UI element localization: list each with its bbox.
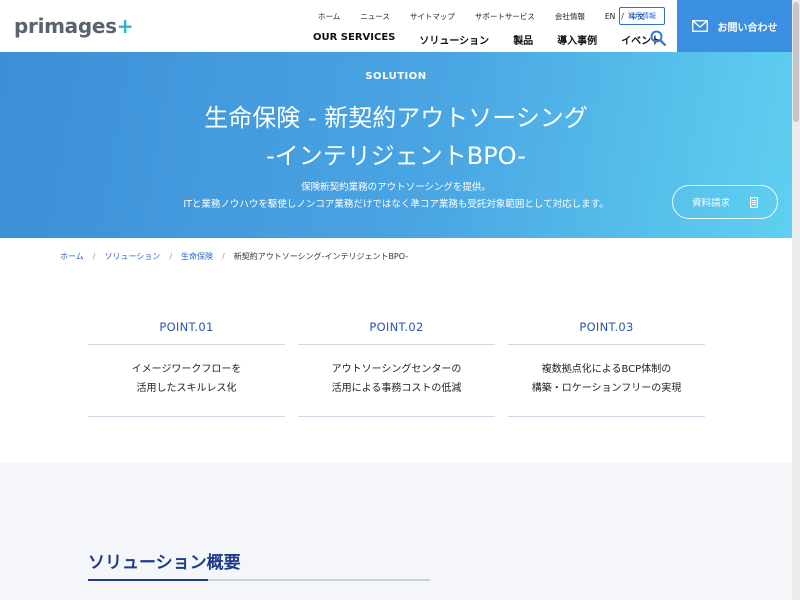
heading-underline [88, 579, 430, 581]
search-icon[interactable] [650, 30, 666, 46]
point-card: POINT.02 アウトソーシングセンターの 活用による事務コストの低減 [298, 320, 495, 417]
nav-case-studies[interactable]: 導入事例 [557, 32, 597, 47]
util-link-support[interactable]: サポートサービス [475, 11, 535, 22]
document-icon [750, 196, 758, 208]
recruit-button[interactable]: 採用情報 [619, 7, 665, 25]
point-text-line: 活用による事務コストの低減 [331, 383, 462, 394]
nav-our-services[interactable]: OUR SERVICES [313, 32, 395, 47]
mail-icon [691, 20, 708, 32]
contact-label: お問い合わせ [717, 22, 778, 34]
hero-banner: SOLUTION 生命保険 - 新契約アウトソーシング -インテリジェントBPO… [0, 52, 792, 238]
nav-solutions[interactable]: ソリューション [419, 32, 489, 47]
point-text-line: 活用したスキルレス化 [136, 383, 237, 394]
breadcrumb-separator: / [92, 252, 96, 261]
point-text-line: イメージワークフローを [131, 364, 242, 375]
overview-section: ソリューション概要 [0, 463, 792, 600]
point-title: POINT.03 [508, 320, 705, 345]
page-subtitle: -インテリジェントBPO- [266, 142, 526, 170]
breadcrumb-solutions[interactable]: ソリューション [104, 251, 160, 262]
breadcrumb-separator: / [222, 252, 225, 261]
page-title: 生命保険 - 新契約アウトソーシング [204, 104, 588, 132]
logo[interactable]: primages+ [14, 14, 134, 38]
util-link-company[interactable]: 会社情報 [555, 11, 585, 22]
page-scrollbar[interactable] [792, 0, 800, 600]
point-body: イメージワークフローを 活用したスキルレス化 [88, 345, 285, 417]
document-request-label: 資料請求 [691, 198, 730, 209]
point-text-line: 構築・ロケーションフリーの実現 [531, 383, 682, 394]
nav-products[interactable]: 製品 [513, 32, 533, 47]
section-heading: ソリューション概要 [88, 553, 241, 573]
point-body: アウトソーシングセンターの 活用による事務コストの低減 [298, 345, 495, 417]
util-link-news[interactable]: ニュース [360, 11, 390, 22]
hero-description-line1: 保険新契約業務のアウトソーシングを提供。 [301, 182, 491, 193]
heading-underline-accent [88, 579, 208, 581]
breadcrumb-current: 新契約アウトソーシング-インテリジェントBPO- [233, 252, 409, 261]
lang-en-link[interactable]: EN [605, 12, 615, 21]
point-card: POINT.03 複数拠点化によるBCP体制の 構築・ロケーションフリーの実現 [508, 320, 705, 417]
util-link-sitemap[interactable]: サイトマップ [410, 11, 455, 22]
point-text-line: アウトソーシングセンターの [331, 364, 462, 375]
contact-button[interactable]: お問い合わせ [677, 0, 792, 52]
document-request-button[interactable]: 資料請求 [672, 185, 778, 219]
point-body: 複数拠点化によるBCP体制の 構築・ロケーションフリーの実現 [508, 345, 705, 417]
utility-nav: ホーム ニュース サイトマップ サポートサービス 会社情報 EN / 中文 [318, 11, 645, 22]
site-header: primages+ ホーム ニュース サイトマップ サポートサービス 会社情報 … [0, 0, 800, 52]
point-title: POINT.02 [298, 320, 495, 345]
breadcrumb-home[interactable]: ホーム [60, 251, 84, 262]
point-title: POINT.01 [88, 320, 285, 345]
breadcrumb-separator: / [169, 252, 173, 261]
main-nav: OUR SERVICES ソリューション 製品 導入事例 イベント [313, 32, 685, 47]
breadcrumb: ホーム / ソリューション / 生命保険 / 新契約アウトソーシング-インテリジ… [60, 251, 408, 262]
scrollbar-thumb[interactable] [793, 2, 799, 122]
hero-kicker: SOLUTION [365, 71, 427, 82]
point-text-line: 複数拠点化によるBCP体制の [541, 364, 672, 375]
points-section: POINT.01 イメージワークフローを 活用したスキルレス化 POINT.02… [88, 320, 718, 417]
point-card: POINT.01 イメージワークフローを 活用したスキルレス化 [88, 320, 285, 417]
breadcrumb-life-insurance[interactable]: 生命保険 [181, 251, 213, 262]
util-link-home[interactable]: ホーム [318, 11, 340, 22]
